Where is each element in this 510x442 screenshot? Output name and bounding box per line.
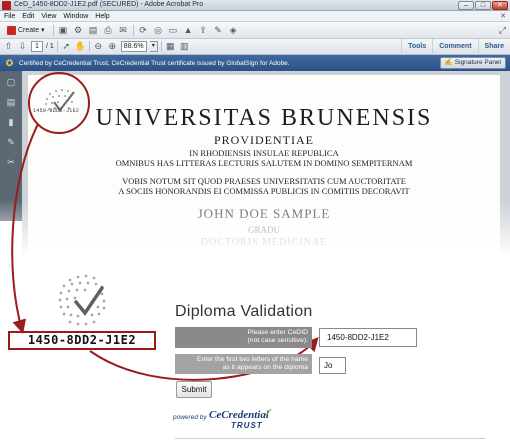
acrobat-app-icon — [2, 1, 11, 10]
navigation-pane: ▢ ▤ ▮ ✎ ✂ — [0, 71, 22, 221]
chevron-down-icon: ▾ — [41, 27, 45, 34]
cecredential-trust-text: TRUST — [231, 421, 263, 430]
certification-bar: ✪ Certified by CeCredential Trust, CeCre… — [0, 55, 510, 71]
name-label-line2: as it appears on the diploma — [222, 364, 308, 371]
validation-title: Diploma Validation — [175, 303, 313, 320]
cedid-label-line1: Please enter CeDID — [247, 329, 308, 336]
menu-help[interactable]: Help — [95, 13, 109, 20]
certified-ribbon-icon: ✪ — [5, 57, 14, 68]
toolbar-divider — [88, 41, 90, 52]
lock-icon[interactable]: ▢ — [6, 77, 16, 87]
name-letters-input[interactable]: Jo — [319, 357, 346, 374]
menu-window[interactable]: Window — [63, 13, 88, 20]
stamp-icon[interactable]: ▲ — [183, 25, 194, 36]
toolbar-divider — [52, 24, 54, 36]
university-name: UNIVERSITAS BRUNENSIS — [95, 105, 433, 131]
toolbar-divider — [132, 24, 134, 36]
signature-panel-label: Signature Panel — [454, 59, 501, 66]
menu-view[interactable]: View — [41, 13, 56, 20]
diploma-line-insulae: IN RHODIENSIS INSULAE REPUBLICA — [189, 148, 339, 158]
page-up-icon[interactable]: ⇧ — [3, 41, 14, 52]
secure-icon[interactable]: ◈ — [228, 25, 239, 36]
email-icon[interactable]: ✉ — [118, 25, 129, 36]
print-icon[interactable]: ⎙ — [103, 25, 114, 36]
signature-pen-icon: ✍ — [444, 59, 453, 66]
hand-tool-icon[interactable]: ✋ — [75, 41, 86, 52]
comment-bubble-icon[interactable]: ▭ — [168, 25, 179, 36]
attachments-icon[interactable]: ✂ — [6, 157, 16, 167]
fit-page-icon[interactable]: ▦ — [165, 41, 176, 52]
window-controls: – □ ✕ — [458, 1, 508, 10]
compare-icon[interactable]: ◎ — [153, 25, 164, 36]
save-icon[interactable]: ▤ — [88, 25, 99, 36]
menu-file[interactable]: File — [4, 13, 15, 20]
zoom-level-field[interactable]: 88.6% — [120, 41, 147, 52]
diploma-gradu: GRADU — [247, 225, 280, 235]
tab-comment[interactable]: Comment — [432, 39, 477, 55]
attach-icon[interactable]: ✎ — [213, 25, 224, 36]
select-cursor-icon[interactable]: ➚ — [61, 41, 72, 52]
open-folder-icon[interactable]: ▣ — [58, 25, 69, 36]
cedid-label: Please enter CeDID (not case sensitive): — [175, 327, 312, 348]
diploma-line-vobis: VOBIS NOTUM SIT QUOD PRAESES UNIVERSITAT… — [122, 176, 406, 186]
diploma-faded-line: EANDEMQUE COMPETENTIAM EXAMINE LEGITIMO … — [108, 264, 420, 272]
navigation-toolbar: ⇧ ⇩ 1 / 1 ➚ ✋ ⊖ ⊕ 88.6% ▾ ▦ ▥ Tools Comm… — [0, 39, 510, 55]
seal-id-enlarged: 1450-8DD2-J1E2 — [8, 331, 156, 350]
pages-icon[interactable]: ▤ — [6, 97, 16, 107]
seal-id-small: 1450-8DD2-J1E2 — [33, 108, 80, 114]
sync-icon[interactable]: ⟳ — [138, 25, 149, 36]
document-area: UNIVERSITAS BRUNENSIS PROVIDENTIAE IN RH… — [22, 71, 510, 275]
submit-button[interactable]: Submit — [176, 381, 212, 398]
diploma-page: UNIVERSITAS BRUNENSIS PROVIDENTIAE IN RH… — [28, 75, 500, 275]
tab-tools[interactable]: Tools — [401, 39, 432, 55]
diploma-line-omnibus: OMNIBUS HAS LITTERAS LECTURIS SALUTEM IN… — [115, 158, 413, 168]
checkmark-logo-icon: ✓ — [263, 405, 274, 420]
bookmarks-icon[interactable]: ▮ — [6, 117, 16, 127]
diploma-providentiae: PROVIDENTIAE — [214, 133, 314, 147]
share-icon[interactable]: ⇪ — [198, 25, 209, 36]
tab-share[interactable]: Share — [477, 39, 510, 55]
window-title: CeD_1450-8DD2-J1E2.pdf (SECURED) - Adobe… — [14, 1, 204, 8]
create-label: Create — [18, 26, 40, 34]
main-toolbar: Create ▾ ▣ ⚙ ▤ ⎙ ✉ ⟳ ◎ ▭ ▲ ⇪ ✎ ◈ ⤢ — [0, 22, 510, 39]
page-number-field[interactable]: 1 — [31, 41, 43, 52]
name-label-line1: Enter the first two letters of the name — [196, 356, 308, 363]
cecredential-logo-text[interactable]: CeCredential — [209, 409, 269, 421]
menu-bar: File Edit View Window Help ✕ — [0, 11, 510, 22]
menu-edit[interactable]: Edit — [22, 13, 34, 20]
page-total: / 1 — [46, 43, 54, 50]
page-down-icon[interactable]: ⇩ — [17, 41, 28, 52]
cedid-input[interactable]: 1450-8DD2-J1E2 — [319, 328, 417, 347]
minimize-button[interactable]: – — [458, 1, 474, 10]
maximize-button[interactable]: □ — [475, 1, 491, 10]
diploma-line-sociis: A SOCIIS HONORANDIS EI COMMISSA PUBLICIS… — [118, 186, 410, 196]
toolbar-divider — [56, 41, 58, 52]
zoom-out-icon[interactable]: ⊖ — [93, 41, 104, 52]
degree-title: DOCTORIS MEDICINAE — [200, 237, 328, 248]
footer-divider — [175, 438, 485, 439]
create-pdf-icon — [7, 25, 16, 35]
cedid-seal-large-icon — [58, 274, 106, 326]
toolbar-divider — [160, 41, 162, 52]
menu-expand-icon[interactable]: ✕ — [500, 12, 506, 20]
zoom-in-icon[interactable]: ⊕ — [107, 41, 118, 52]
customize-toolbar-icon[interactable]: ⤢ — [499, 25, 506, 36]
create-button[interactable]: Create ▾ — [3, 24, 49, 37]
certification-message: Certified by CeCredential Trust, CeCrede… — [19, 59, 290, 67]
task-panes: Tools Comment Share — [401, 39, 510, 55]
fit-width-icon[interactable]: ▥ — [179, 41, 190, 52]
title-bar: CeD_1450-8DD2-J1E2.pdf (SECURED) - Adobe… — [0, 0, 510, 11]
close-button[interactable]: ✕ — [492, 1, 508, 10]
zoom-dropdown-icon[interactable]: ▾ — [149, 41, 158, 52]
cedid-label-line2: (not case sensitive): — [247, 337, 308, 344]
signature-panel-button[interactable]: ✍ Signature Panel — [439, 57, 506, 69]
powered-by-label: powered by — [173, 414, 207, 421]
name-letters-label: Enter the first two letters of the name … — [175, 354, 312, 374]
settings-gear-icon[interactable]: ⚙ — [73, 25, 84, 36]
graduate-name: JOHN DOE SAMPLE — [197, 206, 331, 221]
signatures-icon[interactable]: ✎ — [6, 137, 16, 147]
